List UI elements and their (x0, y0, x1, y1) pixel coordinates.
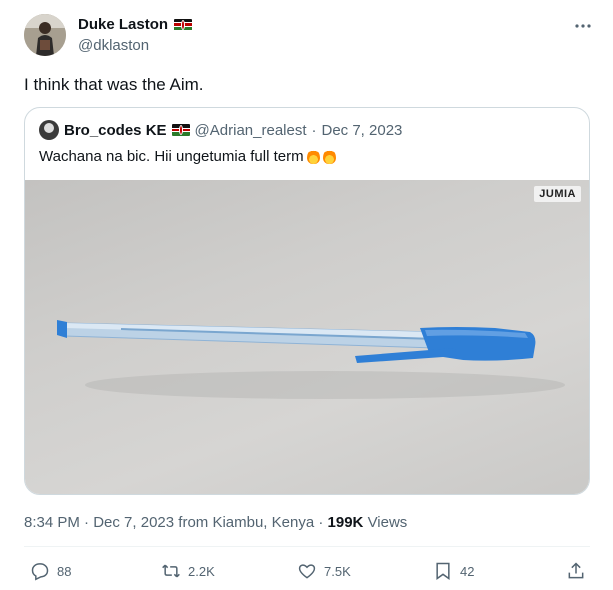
share-button[interactable] (566, 561, 586, 581)
pen-illustration (57, 320, 565, 399)
more-icon[interactable] (573, 16, 593, 41)
like-count: 7.5K (324, 563, 351, 579)
quoted-handle[interactable]: @Adrian_realest (195, 122, 307, 139)
share-icon (568, 562, 584, 579)
divider (24, 546, 590, 547)
kenya-flag-icon (171, 124, 190, 136)
quoted-text-row: Wachana na bic. Hii ungetumia full term (39, 148, 336, 165)
quoted-header: Bro_codes KE @Adrian_realest · Dec 7, 20… (39, 120, 402, 140)
like-icon (298, 564, 316, 579)
quoted-tweet[interactable]: Bro_codes KE @Adrian_realest · Dec 7, 20… (24, 107, 590, 495)
author-handle[interactable]: @dklaston (78, 37, 149, 54)
quoted-name[interactable]: Bro_codes KE (64, 122, 167, 139)
bookmark-button[interactable]: 42 (433, 561, 474, 581)
reply-icon (31, 563, 49, 581)
meta-separator: · (318, 514, 324, 531)
like-button[interactable]: 7.5K (297, 561, 351, 581)
bookmark-icon (436, 562, 450, 580)
tweet-location: from Kiambu, Kenya (178, 514, 315, 531)
tweet: Duke Laston @dklaston I think that was t… (0, 0, 613, 590)
fire-icon (322, 149, 336, 164)
quoted-date[interactable]: Dec 7, 2023 (322, 122, 403, 139)
tweet-meta: 8:34 PM · Dec 7, 2023 from Kiambu, Kenya… (24, 514, 407, 531)
fire-icon (306, 149, 320, 164)
tweet-time[interactable]: 8:34 PM (24, 514, 80, 531)
reply-button[interactable]: 88 (30, 561, 71, 581)
author-name[interactable]: Duke Laston (78, 16, 168, 33)
kenya-flag-icon (174, 18, 193, 31)
avatar[interactable] (24, 14, 66, 56)
quoted-text: Wachana na bic. Hii ungetumia full term (39, 148, 304, 165)
bookmark-count: 42 (460, 563, 475, 579)
views-count: 199K (327, 514, 364, 531)
tweet-date[interactable]: Dec 7, 2023 (93, 514, 174, 531)
views-label: Views (367, 514, 408, 531)
quoted-image[interactable]: JUMIA (25, 180, 589, 494)
author-name-row: Duke Laston (78, 16, 193, 33)
meta-separator: · (84, 514, 90, 531)
quoted-avatar[interactable] (39, 120, 59, 140)
reply-count: 88 (57, 563, 72, 579)
action-bar: 88 2.2K 7.5K 42 (0, 561, 613, 585)
repost-button[interactable]: 2.2K (161, 561, 215, 581)
repost-icon (162, 564, 180, 578)
repost-count: 2.2K (188, 563, 215, 579)
quoted-separator: · (311, 121, 317, 139)
tweet-text: I think that was the Aim. (24, 75, 204, 94)
